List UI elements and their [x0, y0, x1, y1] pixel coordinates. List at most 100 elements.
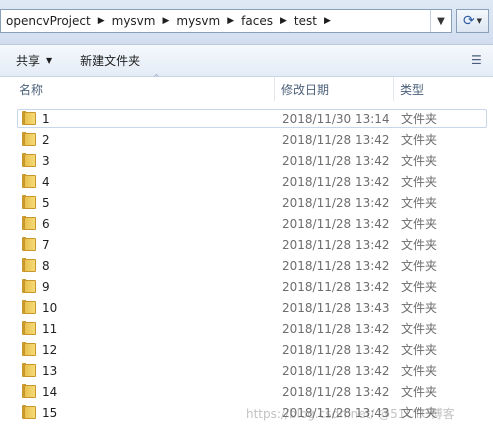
column-header-name[interactable]: ^ 名称: [13, 73, 275, 101]
column-header-date[interactable]: 修改日期: [275, 77, 394, 101]
list-item[interactable]: 8 2018/11/28 13:42 文件夹: [0, 255, 493, 276]
file-date: 2018/11/30 13:14: [282, 111, 390, 126]
file-type: 文件夹: [401, 133, 438, 147]
new-folder-label: 新建文件夹: [80, 54, 141, 68]
column-name-label: 名称: [19, 82, 44, 97]
command-toolbar: 共享 ▼ 新建文件夹 ☰: [0, 45, 493, 77]
file-list: 1 2018/11/30 13:14 文件夹 2 2018/11/28 13:42 文件夹…: [0, 108, 493, 423]
folder-icon: [22, 237, 36, 252]
column-header-type[interactable]: 类型: [394, 77, 489, 101]
address-bar-area: opencvProject ▶ mysvm ▶ mysvm ▶ faces ▶ test ▶ ▼ ⟳…: [0, 0, 493, 45]
file-date: 2018/11/28 13:42: [282, 342, 390, 357]
folder-icon: [22, 111, 36, 126]
folder-icon: [22, 258, 36, 273]
column-date-label: 修改日期: [281, 82, 330, 97]
list-item[interactable]: 9 2018/11/28 13:42 文件夹: [0, 276, 493, 297]
file-type: 文件夹: [401, 238, 438, 252]
folder-icon: [22, 216, 36, 231]
list-item[interactable]: 14 2018/11/28 13:42 文件夹: [0, 381, 493, 402]
folder-icon: [22, 195, 36, 210]
file-name: 12: [42, 342, 58, 357]
folder-icon: [22, 342, 36, 357]
file-date: 2018/11/28 13:42: [282, 279, 390, 294]
file-name: 7: [42, 237, 50, 252]
sort-arrow-icon: ^: [153, 73, 160, 82]
file-type: 文件夹: [401, 112, 438, 126]
list-item[interactable]: 7 2018/11/28 13:42 文件夹: [0, 234, 493, 255]
file-type: 文件夹: [401, 343, 438, 357]
list-item[interactable]: 11 2018/11/28 13:42 文件夹: [0, 318, 493, 339]
file-type: 文件夹: [401, 322, 438, 336]
file-date: 2018/11/28 13:42: [282, 216, 390, 231]
breadcrumb-item[interactable]: faces: [241, 10, 273, 32]
column-type-label: 类型: [400, 82, 425, 97]
folder-icon: [22, 300, 36, 315]
file-type: 文件夹: [401, 301, 438, 315]
folder-icon: [22, 174, 36, 189]
file-name: 4: [42, 174, 50, 189]
address-bar[interactable]: opencvProject ▶ mysvm ▶ mysvm ▶ faces ▶ test ▶ ▼: [0, 9, 452, 33]
file-type: 文件夹: [401, 259, 438, 273]
list-item[interactable]: 12 2018/11/28 13:42 文件夹: [0, 339, 493, 360]
refresh-icon: ⟳: [462, 13, 475, 29]
file-name: 6: [42, 216, 50, 231]
share-label: 共享: [16, 54, 41, 68]
folder-icon: [22, 279, 36, 294]
file-date: 2018/11/28 13:42: [282, 384, 390, 399]
breadcrumb-separator-icon[interactable]: ▶: [162, 16, 169, 26]
breadcrumb-separator-icon[interactable]: ▶: [227, 16, 234, 26]
file-name: 3: [42, 153, 50, 168]
list-item[interactable]: 10 2018/11/28 13:43 文件夹: [0, 297, 493, 318]
file-date: 2018/11/28 13:42: [282, 174, 390, 189]
file-date: 2018/11/28 13:42: [282, 153, 390, 168]
file-type: 文件夹: [401, 385, 438, 399]
breadcrumb-item[interactable]: opencvProject: [6, 10, 91, 32]
folder-icon: [22, 132, 36, 147]
chevron-down-icon: ▼: [46, 56, 53, 65]
list-item[interactable]: 5 2018/11/28 13:42 文件夹: [0, 192, 493, 213]
file-type: 文件夹: [401, 154, 438, 168]
list-item[interactable]: 1 2018/11/30 13:14 文件夹: [0, 108, 493, 129]
list-item[interactable]: 13 2018/11/28 13:42 文件夹: [0, 360, 493, 381]
file-name: 15: [42, 405, 58, 420]
breadcrumb-separator-icon[interactable]: ▶: [280, 16, 287, 26]
file-date: 2018/11/28 13:42: [282, 237, 390, 252]
list-item[interactable]: 4 2018/11/28 13:42 文件夹: [0, 171, 493, 192]
folder-icon: [22, 153, 36, 168]
refresh-button[interactable]: ⟳ ▼: [456, 9, 489, 33]
file-type: 文件夹: [401, 196, 438, 210]
breadcrumb-separator-icon[interactable]: ▶: [98, 16, 105, 26]
breadcrumb-item[interactable]: mysvm: [112, 10, 156, 32]
file-date: 2018/11/28 13:42: [282, 363, 390, 378]
list-item[interactable]: 2 2018/11/28 13:42 文件夹: [0, 129, 493, 150]
file-type: 文件夹: [401, 364, 438, 378]
breadcrumb-item[interactable]: test: [294, 10, 317, 32]
folder-icon: [22, 321, 36, 336]
file-name: 8: [42, 258, 50, 273]
file-type: 文件夹: [401, 175, 438, 189]
chevron-down-icon: ▼: [476, 17, 483, 25]
file-name: 10: [42, 300, 58, 315]
breadcrumb-item[interactable]: mysvm: [176, 10, 220, 32]
new-folder-button[interactable]: 新建文件夹: [72, 49, 148, 73]
file-type: 文件夹: [401, 217, 438, 231]
file-date: 2018/11/28 13:43: [282, 300, 390, 315]
list-item[interactable]: 6 2018/11/28 13:42 文件夹: [0, 213, 493, 234]
file-date: 2018/11/28 13:42: [282, 258, 390, 273]
file-name: 13: [42, 363, 58, 378]
file-date: 2018/11/28 13:42: [282, 321, 390, 336]
view-options-icon[interactable]: ☰: [471, 53, 485, 67]
breadcrumb-separator-icon[interactable]: ▶: [324, 16, 331, 26]
address-history-dropdown[interactable]: ▼: [430, 10, 451, 32]
file-date: 2018/11/28 13:42: [282, 195, 390, 210]
folder-icon: [22, 405, 36, 420]
file-name: 1: [42, 111, 50, 126]
file-name: 14: [42, 384, 58, 399]
file-name: 5: [42, 195, 50, 210]
folder-icon: [22, 363, 36, 378]
list-item[interactable]: 3 2018/11/28 13:42 文件夹: [0, 150, 493, 171]
file-name: 2: [42, 132, 50, 147]
file-name: 9: [42, 279, 50, 294]
file-type: 文件夹: [401, 280, 438, 294]
share-button[interactable]: 共享 ▼: [8, 49, 60, 73]
